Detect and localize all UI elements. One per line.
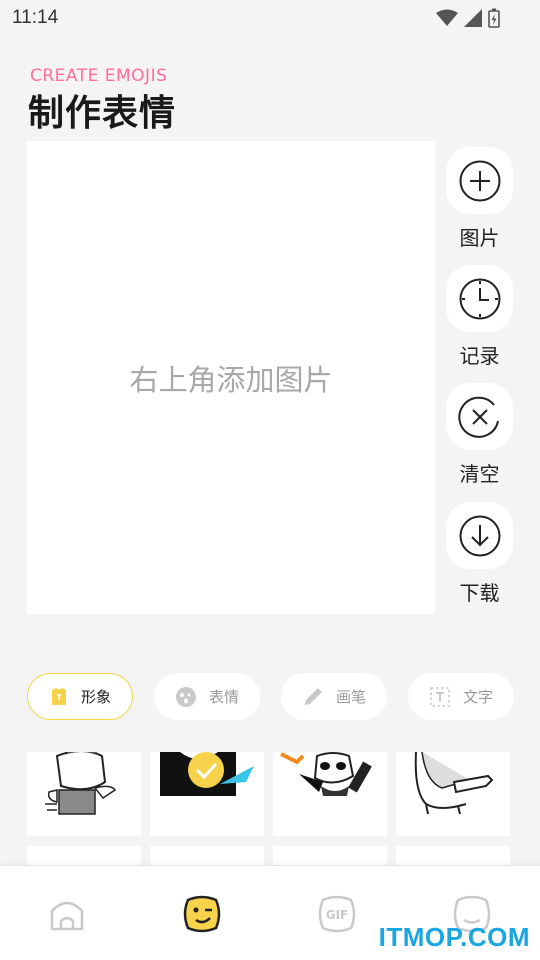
tab-character-label: 形象 [80,688,111,706]
tab-brush-label: 画笔 [335,688,366,706]
face-icon [175,686,196,707]
gif-icon: GIF [318,895,356,933]
sticker-item[interactable] [273,846,387,867]
cartoon-character-image [45,752,117,815]
sticker-grid [27,752,513,867]
download-button[interactable]: 下载 [446,502,513,606]
page-title: 制作表情 [28,93,177,134]
clear-button[interactable]: 清空 [446,383,513,487]
emoji-wink-icon [183,895,221,933]
sticker-item[interactable] [273,752,387,836]
battery-charging-icon [488,8,500,28]
home-icon [50,901,84,931]
add-image-button[interactable]: 图片 [446,147,513,251]
canvas-placeholder: 右上角添加图片 [129,363,333,397]
shirt-icon [51,687,66,705]
pen-icon [304,687,322,705]
tool-tabs: 形象 表情 画笔 文字 [27,673,514,720]
svg-text:GIF: GIF [326,908,349,922]
download-label: 下载 [459,581,500,605]
panda-weapons-image [280,752,372,796]
nav-emoji-maker[interactable] [182,894,222,934]
clear-label: 清空 [459,462,500,486]
add-image-circle[interactable] [446,147,513,214]
history-button[interactable]: 记录 [446,265,513,369]
sticker-item[interactable] [396,752,510,836]
wifi-icon [436,9,458,26]
emoji-canvas[interactable]: 右上角添加图片 [27,141,435,614]
panda-sword-image [160,752,254,796]
page-subtitle: CREATE EMOJIS [30,66,168,86]
clock-icon [459,278,500,319]
tab-expression[interactable]: 表情 [154,673,260,720]
status-bar: 11:14 [0,0,540,36]
sticker-item[interactable] [396,846,510,867]
clear-x-icon [457,396,499,438]
nav-gif[interactable]: GIF [317,894,357,934]
add-image-label: 图片 [459,226,500,250]
download-circle[interactable] [446,502,513,569]
watermark-text: ITMOP.COM [378,922,530,952]
history-circle[interactable] [446,265,513,332]
sticker-item-selected[interactable] [150,752,264,836]
tab-character[interactable]: 形象 [27,673,133,720]
status-time: 11:14 [12,7,59,28]
history-label: 记录 [459,344,500,368]
text-box-icon [430,686,450,707]
tab-expression-label: 表情 [208,688,239,706]
signal-icon [464,9,482,27]
tab-text-label: 文字 [462,688,493,706]
sticker-item[interactable] [150,846,264,867]
tab-text[interactable]: 文字 [408,673,514,720]
download-icon [459,515,500,556]
nav-home[interactable] [47,894,87,934]
sticker-item[interactable] [27,846,141,867]
pointing-character-image [414,752,494,815]
sticker-item[interactable] [27,752,141,836]
tab-brush[interactable]: 画笔 [281,673,387,720]
plus-circle-icon [459,160,500,201]
clear-circle[interactable] [446,383,513,450]
status-icons [436,8,500,28]
